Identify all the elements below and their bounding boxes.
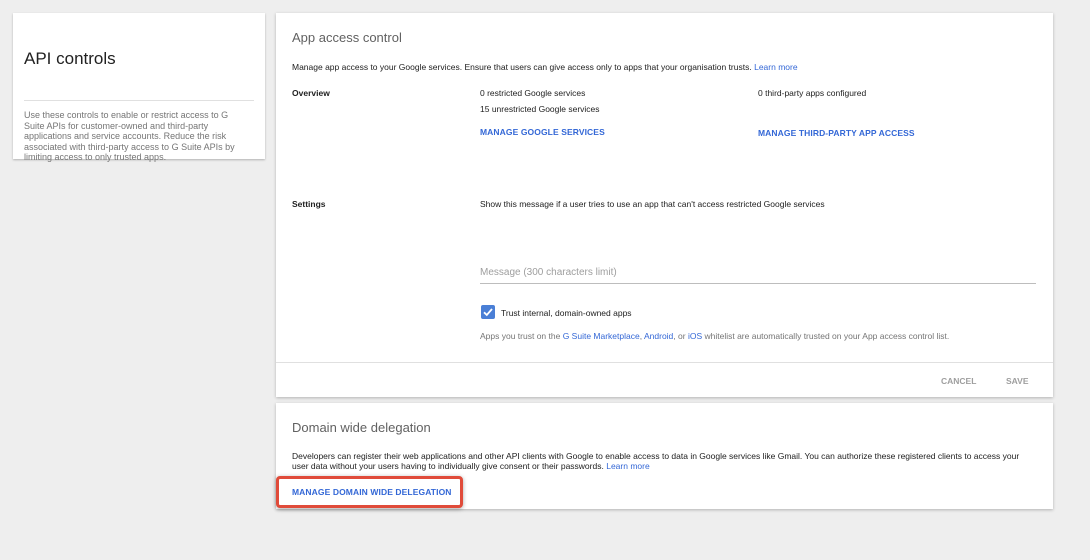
page-title: API controls: [24, 49, 116, 68]
dwd-description-text: Developers can register their web applic…: [292, 451, 1020, 471]
dwd-learn-more-link[interactable]: Learn more: [606, 461, 649, 471]
domain-wide-delegation-title: Domain wide delegation: [292, 420, 431, 435]
page-description: Use these controls to enable or restrict…: [24, 110, 235, 162]
trust-internal-apps-checkbox[interactable]: [481, 305, 495, 319]
divider: [24, 100, 254, 101]
learn-more-link[interactable]: Learn more: [754, 62, 797, 72]
android-link[interactable]: Android: [644, 331, 673, 341]
manage-domain-wide-delegation-button[interactable]: MANAGE DOMAIN WIDE DELEGATION: [292, 487, 452, 497]
overview-label: Overview: [292, 88, 330, 98]
api-controls-panel: API controls Use these controls to enabl…: [13, 13, 265, 162]
restricted-services-count: 0 restricted Google services: [480, 88, 586, 98]
app-access-control-card: App access control Manage app access to …: [276, 13, 1053, 397]
app-access-control-title: App access control: [292, 30, 402, 45]
app-access-intro: Manage app access to your Google service…: [292, 62, 798, 72]
cancel-button[interactable]: CANCEL: [941, 376, 976, 386]
app-access-intro-text: Manage app access to your Google service…: [292, 62, 752, 72]
ios-link[interactable]: iOS: [688, 331, 702, 341]
third-party-apps-count: 0 third-party apps configured: [758, 88, 867, 98]
card-footer-divider: [276, 362, 1053, 363]
g-suite-marketplace-link[interactable]: G Suite Marketplace: [563, 331, 640, 341]
trusted-note-suffix: whitelist are automatically trusted on y…: [702, 331, 950, 341]
unrestricted-services-count: 15 unrestricted Google services: [480, 104, 600, 114]
message-input[interactable]: [480, 261, 1036, 284]
domain-wide-delegation-description: Developers can register their web applic…: [292, 451, 1037, 471]
manage-domain-wide-delegation-highlight[interactable]: MANAGE DOMAIN WIDE DELEGATION: [276, 476, 463, 508]
settings-label: Settings: [292, 199, 326, 209]
save-button[interactable]: SAVE: [1006, 376, 1029, 386]
manage-third-party-access-button[interactable]: MANAGE THIRD-PARTY APP ACCESS: [758, 128, 915, 138]
trusted-note-or: , or: [673, 331, 688, 341]
checkmark-icon: [483, 308, 493, 317]
manage-google-services-button[interactable]: MANAGE GOOGLE SERVICES: [480, 127, 605, 137]
trust-internal-apps-label: Trust internal, domain-owned apps: [501, 308, 632, 318]
settings-message-prompt: Show this message if a user tries to use…: [480, 199, 825, 209]
trusted-apps-note: Apps you trust on the G Suite Marketplac…: [480, 331, 949, 341]
trusted-note-prefix: Apps you trust on the: [480, 331, 563, 341]
